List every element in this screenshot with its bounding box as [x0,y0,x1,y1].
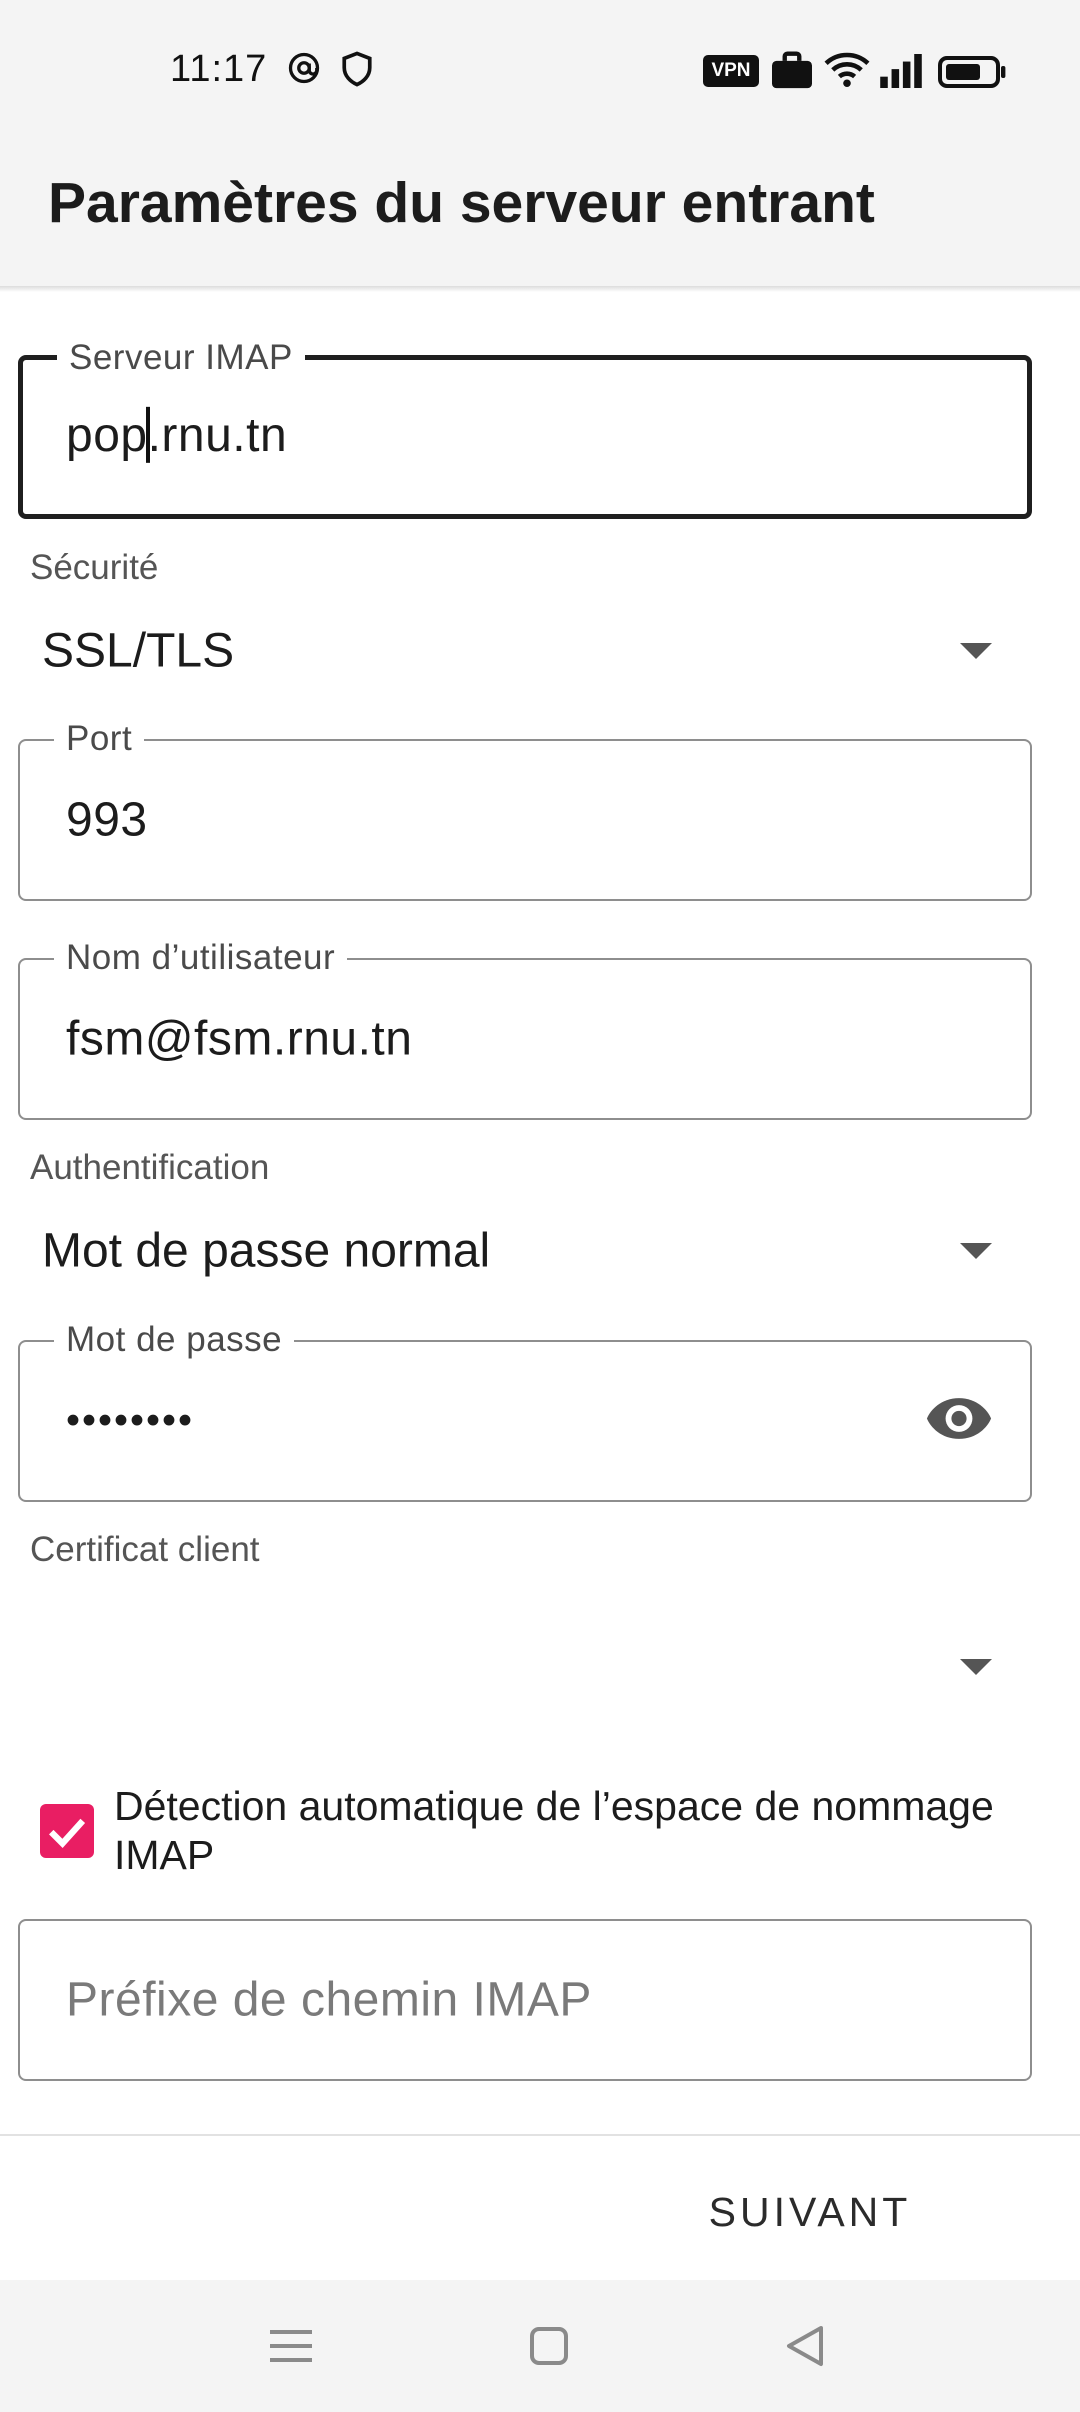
imap-server-value-end: .rnu.tn [147,408,288,462]
imap-path-prefix-placeholder: Préfixe de chemin IMAP [66,1973,592,2027]
battery-icon [938,56,1006,93]
dropdown-arrow-icon [960,643,992,659]
status-time: 11:17 [170,48,268,90]
top-bar: 11:17 VPN Paramètres du serveur entrant [0,0,1080,286]
back-triangle-icon[interactable] [785,2324,825,2373]
port-value: 993 [66,793,148,847]
next-button[interactable]: SUIVANT [690,2172,930,2252]
password-value: •••••••• [66,1398,195,1443]
eye-icon[interactable] [924,1395,994,1448]
system-nav-bar [0,2280,1080,2412]
username-value: fsm@fsm.rnu.tn [66,1012,413,1066]
checkmark-icon [49,1818,86,1848]
security-dropdown[interactable]: SSL/TLS [18,596,1032,706]
signal-icon [878,54,924,93]
vpn-icon: VPN [703,55,759,87]
text-cursor [145,407,150,464]
page-title: Paramètres du serveur entrant [48,171,875,235]
home-square-icon[interactable] [529,2326,569,2371]
authentication-label: Authentification [30,1148,270,1187]
imap-path-prefix-field[interactable]: Préfixe de chemin IMAP [18,1919,1032,2081]
port-field[interactable]: Port 993 [18,719,1032,901]
authentication-value: Mot de passe normal [42,1224,491,1278]
imap-server-label: Serveur IMAP [57,338,305,378]
dropdown-arrow-icon [960,1243,992,1259]
password-label: Mot de passe [54,1320,295,1360]
auto-namespace-label[interactable]: Détection automatique de l’espace de nom… [114,1782,1034,1880]
vpn-label: VPN [711,60,751,81]
app-bar-shadow [0,286,1080,292]
at-sign-icon [286,50,322,91]
briefcase-icon [770,50,814,95]
imap-server-field[interactable]: Serveur IMAP pop.rnu.tn [18,338,1032,519]
security-label: Sécurité [30,548,159,587]
username-field[interactable]: Nom d’utilisateur fsm@fsm.rnu.tn [18,938,1032,1120]
bottom-divider [0,2134,1080,2136]
wifi-icon [824,50,870,93]
client-certificate-label: Certificat client [30,1530,260,1569]
dropdown-arrow-icon [960,1659,992,1675]
authentication-dropdown[interactable]: Mot de passe normal [18,1196,1032,1306]
shield-icon [340,50,374,93]
auto-namespace-checkbox[interactable] [40,1804,94,1858]
password-field[interactable]: Mot de passe •••••••• [18,1320,1032,1502]
security-value: SSL/TLS [42,624,235,678]
menu-icon[interactable] [270,2326,312,2371]
client-certificate-dropdown[interactable] [18,1612,1032,1722]
port-label: Port [54,719,145,759]
username-label: Nom d’utilisateur [54,938,348,978]
imap-server-value[interactable]: pop.rnu.tn [66,407,288,466]
imap-server-value-start: pop [66,408,148,462]
